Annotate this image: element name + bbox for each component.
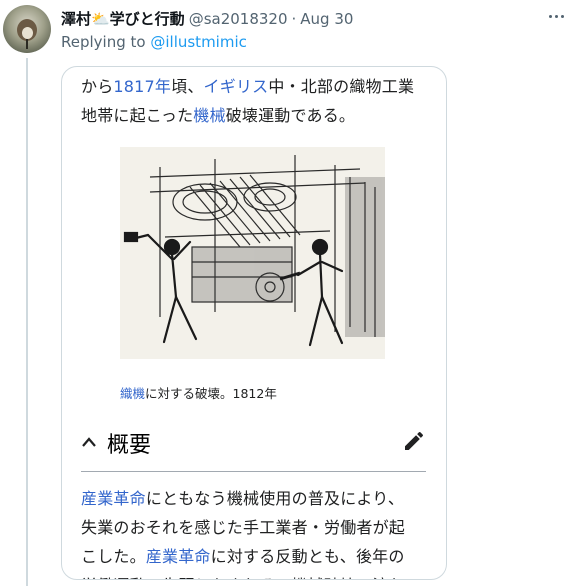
article-body-line-1: 産業革命にともなう機械使用の普及により、 [81, 485, 404, 509]
more-dot [549, 15, 552, 18]
replying-to: Replying to @illustmimic [61, 33, 247, 51]
edit-pencil-icon[interactable] [402, 429, 426, 453]
more-dot [555, 15, 558, 18]
more-options-icon[interactable] [548, 8, 566, 26]
tweet-date[interactable]: Aug 30 [300, 10, 353, 28]
text-segment: にともなう機械使用の普及により、 [145, 489, 405, 508]
avatar-bird-leg [26, 39, 28, 49]
text-segment: 破壊運動である。 [225, 106, 356, 125]
image-caption: 織機に対する破壊。1812年 [120, 383, 277, 402]
caption-link-loom[interactable]: 織機 [120, 386, 145, 401]
separator-dot: · [291, 9, 297, 28]
avatar-bird-belly [22, 27, 33, 39]
text-segment: 頃、 [171, 77, 204, 96]
avatar[interactable] [3, 5, 51, 53]
section-title: 概要 [107, 433, 152, 458]
text-segment: に対する反動とも、後年の [210, 547, 405, 566]
thread-line [26, 58, 28, 586]
replying-prefix: Replying to [61, 33, 146, 51]
section-header[interactable]: 概要 [81, 427, 151, 459]
chevron-up-icon[interactable] [81, 434, 97, 452]
text-segment: 地帯に起こった [81, 106, 194, 125]
section-divider [81, 471, 426, 472]
link-industrial-revolution[interactable]: 産業革命 [81, 489, 146, 508]
caption-text: に対する破壊。1812年 [145, 386, 277, 401]
tweet-media-image[interactable]: から1817年頃、イギリス中・北部の織物工業 地帯に起こった機械破壊運動である。 [61, 66, 447, 580]
article-intro-line-2: 地帯に起こった機械破壊運動である。 [81, 102, 355, 126]
link-industrial-revolution[interactable]: 産業革命 [146, 547, 211, 566]
article-intro-line-1: から1817年頃、イギリス中・北部の織物工業 [81, 73, 414, 97]
text-segment: こした。 [81, 547, 146, 566]
article-body-line-4: 労働運動の先駆ともされる。機械破壊の流れ [81, 572, 405, 579]
display-name[interactable]: 澤村⛅学びと行動 [61, 8, 185, 29]
replying-mention-link[interactable]: @illustmimic [150, 33, 247, 51]
user-handle[interactable]: @sa2018320 [189, 10, 288, 28]
article-body-line-2: 失業のおそれを感じた手工業者・労働者が起 [81, 518, 406, 537]
text-segment: 中・北部の織物工業 [268, 77, 415, 96]
loom-engraving-image [120, 147, 385, 359]
link-1817[interactable]: 1817年 [113, 77, 171, 96]
loom-engraving-drawing [120, 147, 385, 359]
text-segment: から [81, 77, 114, 96]
link-britain[interactable]: イギリス [204, 77, 269, 96]
more-dot [561, 15, 564, 18]
article-body-line-3: こした。産業革命に対する反動とも、後年の [81, 543, 405, 567]
link-machine[interactable]: 機械 [193, 106, 225, 125]
tweet-header: 澤村⛅学びと行動 @sa2018320 · Aug 30 [61, 8, 353, 29]
